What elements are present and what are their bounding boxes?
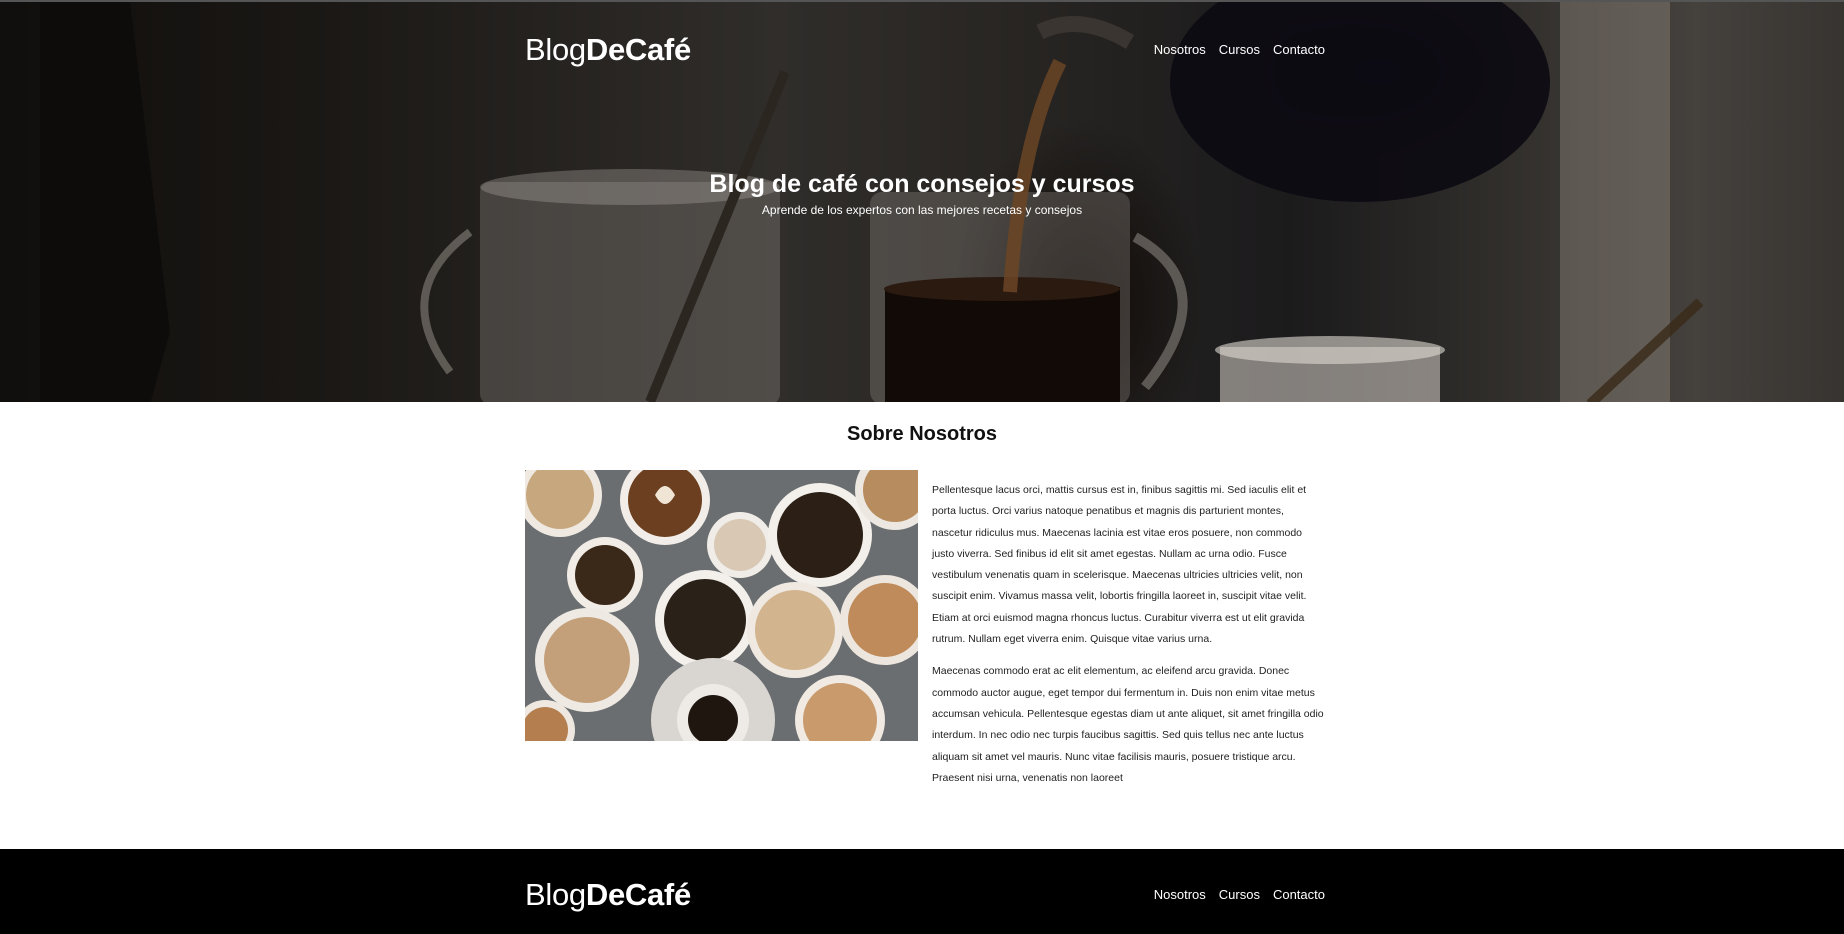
top-navigation: BlogDeCafé Nosotros Cursos Contacto bbox=[525, 30, 1325, 70]
hero-title: Blog de café con consejos y cursos bbox=[709, 170, 1135, 198]
about-paragraph-2: Maecenas commodo erat ac elit elementum,… bbox=[932, 665, 1324, 784]
hero-banner: BlogDeCafé Nosotros Cursos Contacto Blog… bbox=[0, 0, 1844, 402]
footer-navigation: BlogDeCafé Nosotros Cursos Contacto bbox=[525, 875, 1325, 915]
logo-text-decafe: DeCafé bbox=[585, 32, 691, 67]
footer-link-nosotros[interactable]: Nosotros bbox=[1154, 887, 1206, 902]
footer-logo-text-blog: Blog bbox=[525, 877, 586, 912]
footer-link-contacto[interactable]: Contacto bbox=[1273, 887, 1325, 902]
nav-link-contacto[interactable]: Contacto bbox=[1273, 42, 1325, 57]
footer-link-cursos[interactable]: Cursos bbox=[1219, 887, 1260, 902]
logo-text-blog: Blog bbox=[525, 32, 586, 67]
footer: BlogDeCafé Nosotros Cursos Contacto bbox=[0, 849, 1844, 934]
about-paragraph-1: Pellentesque lacus orci, mattis cursus e… bbox=[932, 484, 1307, 646]
main-menu: Nosotros Cursos Contacto bbox=[1154, 42, 1325, 57]
nav-link-nosotros[interactable]: Nosotros bbox=[1154, 42, 1206, 57]
nav-link-cursos[interactable]: Cursos bbox=[1219, 42, 1260, 57]
about-section-title: Sobre Nosotros bbox=[846, 423, 998, 445]
about-text: Pellentesque lacus orci, mattis cursus e… bbox=[932, 480, 1326, 800]
footer-menu: Nosotros Cursos Contacto bbox=[1154, 887, 1325, 902]
footer-logo-text-decafe: DeCafé bbox=[585, 877, 691, 912]
footer-logo[interactable]: BlogDeCafé bbox=[525, 875, 691, 915]
hero-subtitle: Aprende de los expertos con las mejores … bbox=[761, 203, 1083, 217]
coffee-cups-image bbox=[525, 470, 918, 741]
site-logo[interactable]: BlogDeCafé bbox=[525, 30, 691, 70]
